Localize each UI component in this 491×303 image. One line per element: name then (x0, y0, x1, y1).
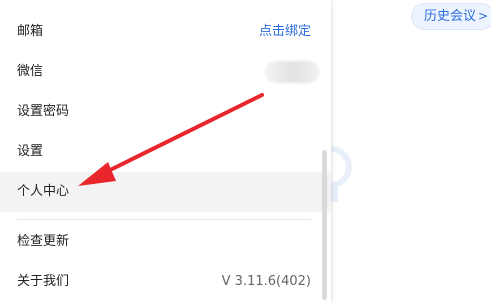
menu-item-personal-center-label: 个人中心 (17, 184, 70, 199)
chevron-right-icon: > (478, 9, 489, 23)
menu-item-check-update-label: 检查更新 (17, 234, 70, 249)
version-text: V 3.11.6(402) (221, 274, 311, 289)
account-dropdown-menu: 邮箱 点击绑定 微信 设置密码 设置 个人中心 检查更新 关于我们 V 3.11… (0, 0, 331, 303)
history-meetings-button[interactable]: 历史会议 > (411, 3, 491, 30)
menu-item-check-update[interactable]: 检查更新 (0, 222, 331, 262)
menu-item-wechat[interactable]: 微信 (0, 52, 331, 92)
menu-item-set-password-label: 设置密码 (17, 104, 70, 119)
menu-item-personal-center[interactable]: 个人中心 (0, 172, 331, 212)
faint-illustration-icon (330, 146, 352, 188)
menu-item-settings-label: 设置 (17, 144, 44, 159)
menu-item-wechat-label: 微信 (17, 64, 44, 79)
menu-item-email-label: 邮箱 (17, 24, 44, 39)
faint-illustration-stem (330, 186, 338, 202)
history-meetings-label: 历史会议 (424, 9, 477, 24)
wechat-account-blurred (265, 61, 319, 83)
menu-item-set-password[interactable]: 设置密码 (0, 92, 331, 132)
menu-item-about-us-label: 关于我们 (17, 274, 70, 289)
menu-item-about-us[interactable]: 关于我们 V 3.11.6(402) (0, 262, 331, 302)
menu-item-settings[interactable]: 设置 (0, 132, 331, 172)
bind-email-link[interactable]: 点击绑定 (259, 12, 311, 52)
menu-divider (17, 219, 311, 220)
menu-item-email[interactable]: 邮箱 点击绑定 (0, 12, 331, 52)
menu-scrollbar[interactable] (322, 150, 327, 300)
